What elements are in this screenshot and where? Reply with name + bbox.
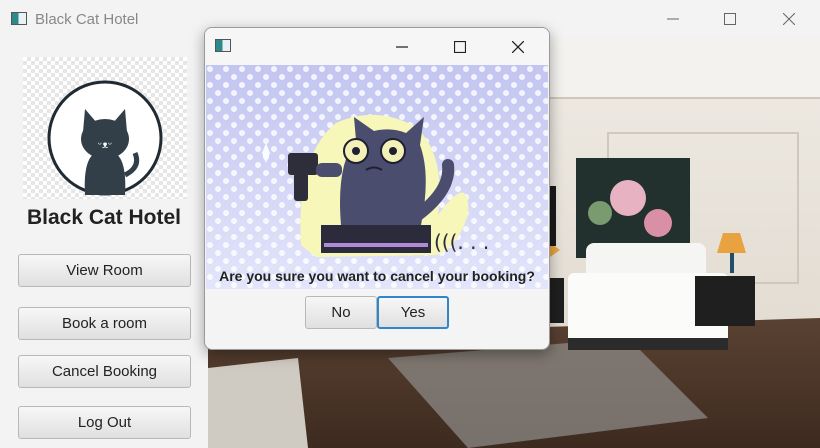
dialog-app-icon	[215, 39, 231, 52]
dialog-close-button[interactable]	[489, 28, 547, 65]
window-title: Black Cat Hotel	[35, 11, 139, 28]
cancel-booking-button[interactable]: Cancel Booking	[18, 355, 191, 388]
minimize-button[interactable]	[644, 0, 702, 38]
dialog-message: Are you sure you want to cancel your boo…	[219, 268, 535, 284]
minimize-icon	[667, 18, 679, 20]
black-cat-logo-icon: ᵕᴥᵕ	[47, 80, 163, 196]
yes-button[interactable]: Yes	[377, 296, 449, 329]
close-button[interactable]	[760, 0, 818, 38]
no-button[interactable]: No	[305, 296, 377, 329]
cancel-confirm-dialog: (((. . . Are you sure you want to cancel…	[204, 27, 550, 350]
log-out-button[interactable]: Log Out	[18, 406, 191, 439]
maximize-button[interactable]	[701, 0, 759, 38]
book-room-button[interactable]: Book a room	[18, 307, 191, 340]
svg-text:ᵕᴥᵕ: ᵕᴥᵕ	[98, 140, 112, 151]
maximize-icon	[724, 13, 736, 25]
dialog-maximize-button[interactable]	[431, 28, 489, 65]
dialog-titlebar[interactable]	[205, 28, 549, 65]
minimize-icon	[396, 45, 408, 48]
close-icon	[783, 13, 795, 25]
hotel-name: Black Cat Hotel	[26, 206, 182, 229]
dialog-minimize-button[interactable]	[373, 28, 431, 65]
scared-cat-icon: (((. . .	[206, 65, 548, 289]
dialog-ellipsis-text: (((. . .	[434, 230, 489, 254]
dialog-cat-illustration: (((. . .	[206, 65, 548, 289]
hotel-logo: ᵕᴥᵕ	[23, 57, 187, 199]
sidebar: ᵕᴥᵕ Black Cat Hotel View Room Book a roo…	[0, 38, 208, 448]
view-room-button[interactable]: View Room	[18, 254, 191, 287]
close-icon	[512, 40, 524, 53]
maximize-icon	[454, 40, 466, 53]
app-icon	[11, 12, 27, 25]
